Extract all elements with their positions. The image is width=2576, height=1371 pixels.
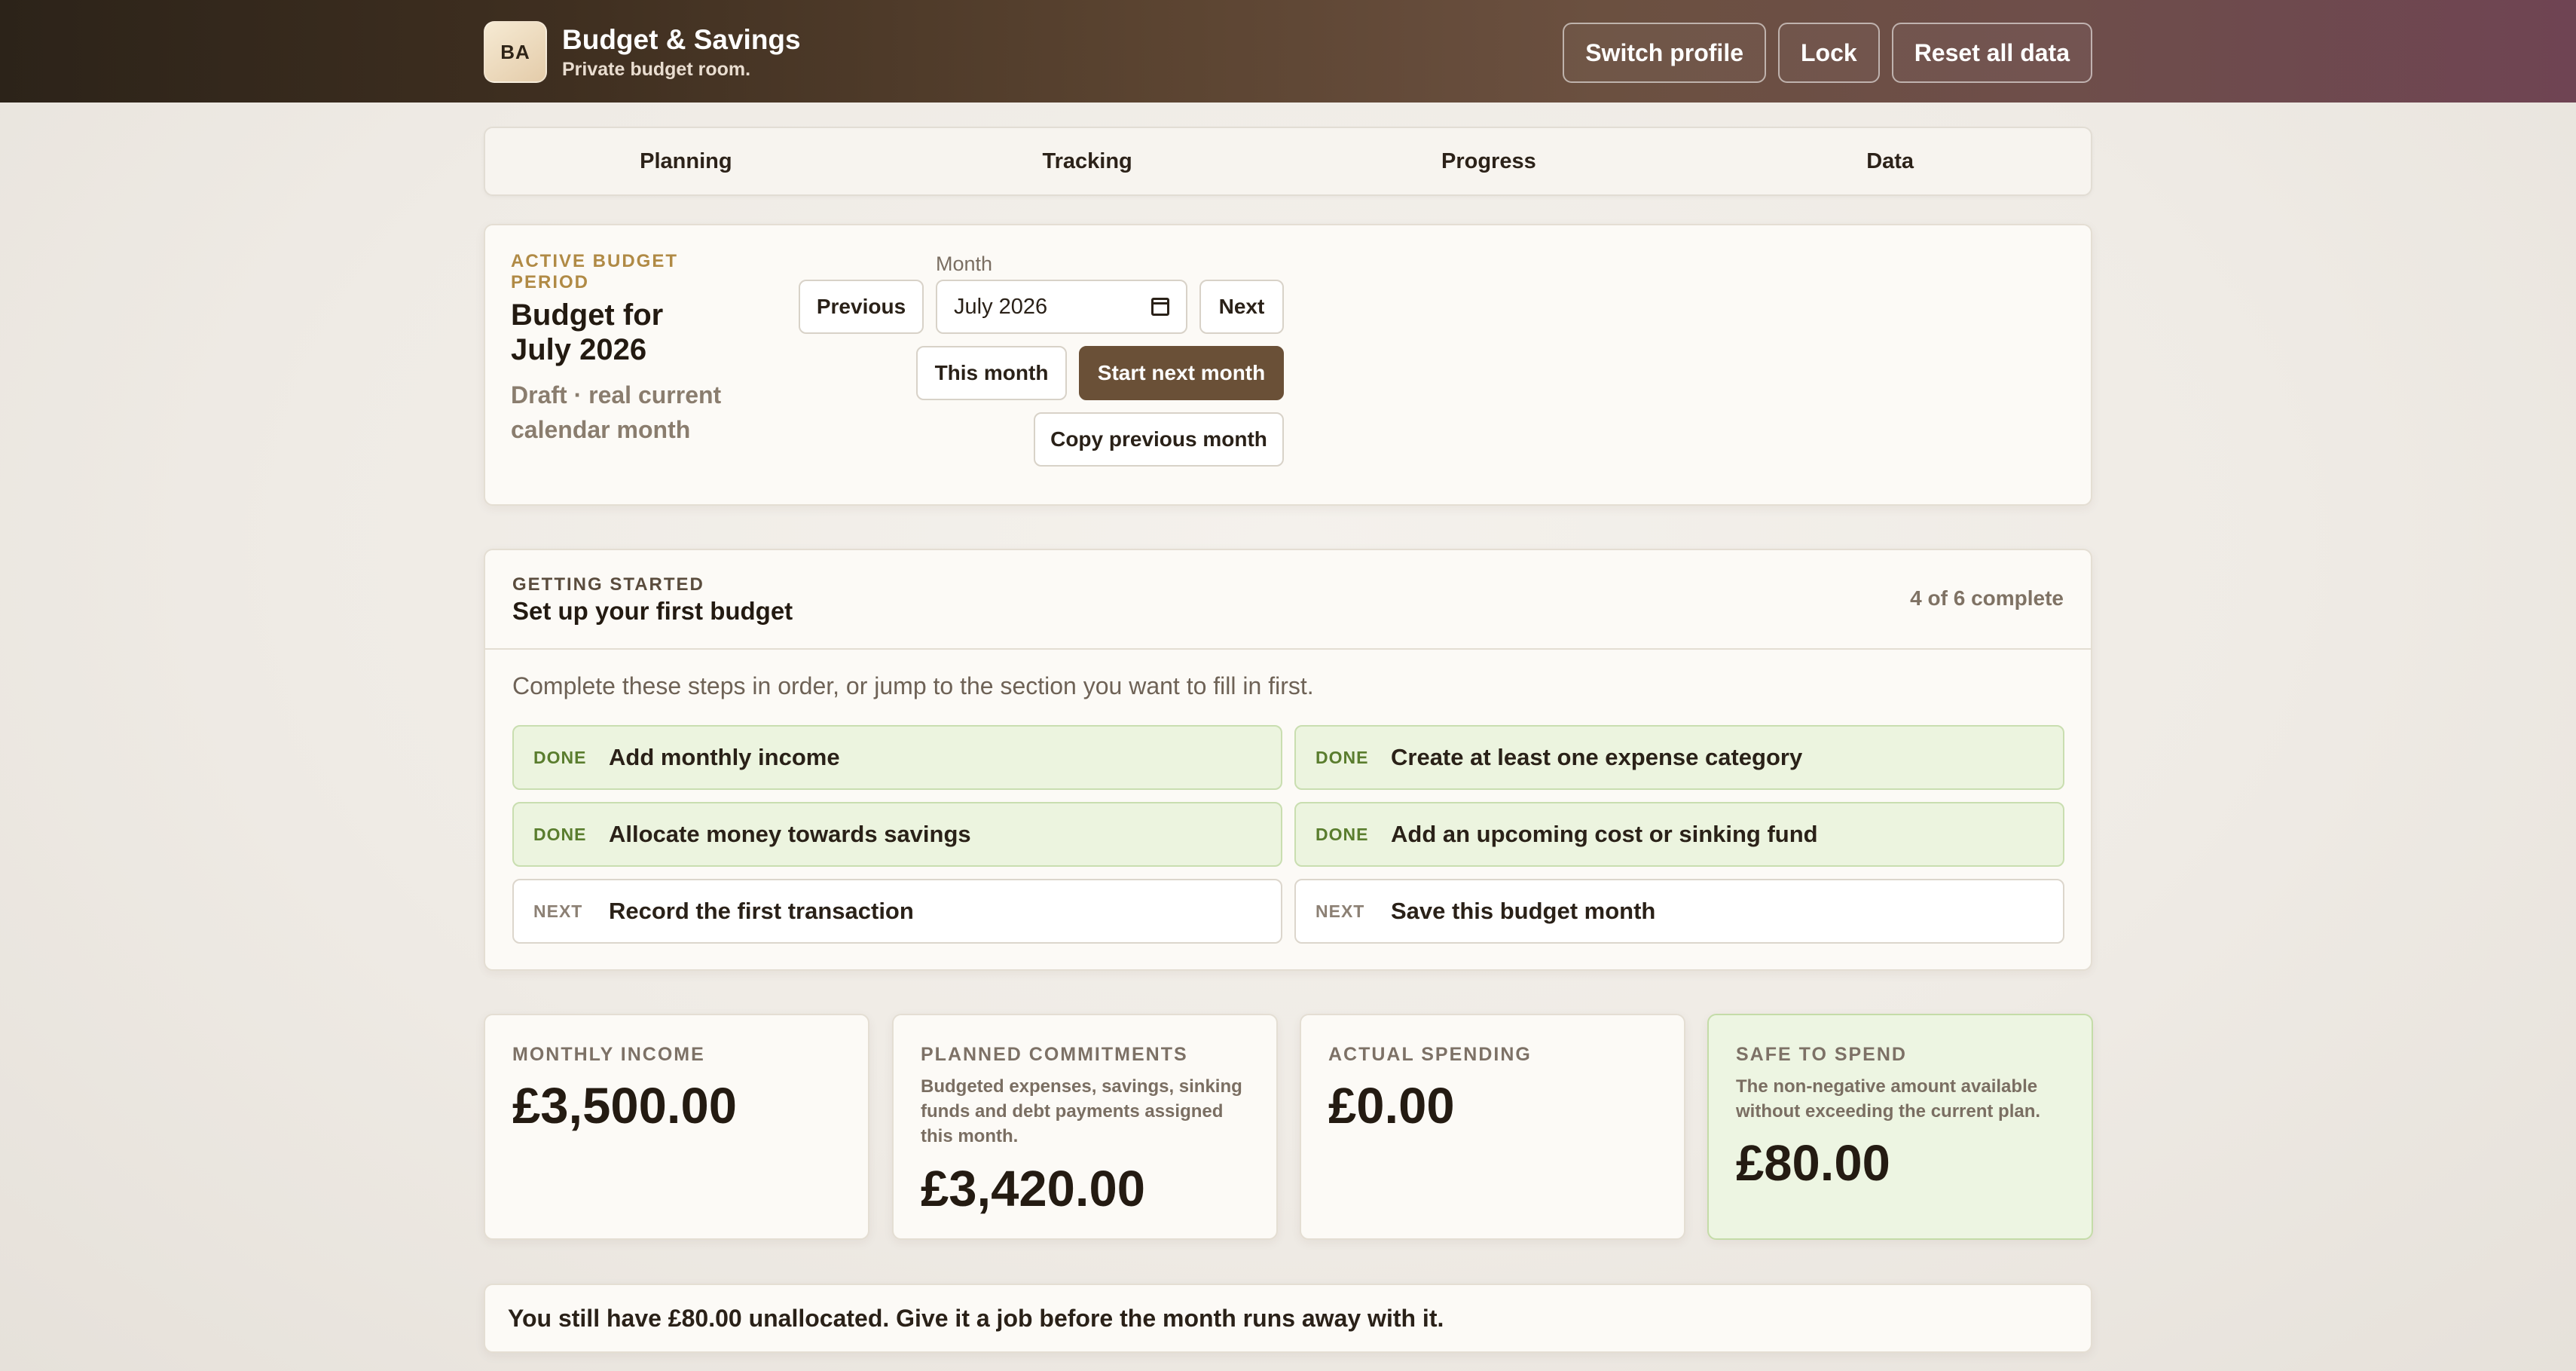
- brand: BA Budget & Savings Private budget room.: [484, 21, 801, 83]
- planned-commitments-value: £3,420.00: [921, 1161, 1146, 1217]
- step-label: Create at least one expense category: [1391, 744, 1803, 770]
- app-subtitle: Private budget room.: [562, 59, 751, 80]
- actual-spending-value: £0.00: [1328, 1078, 1455, 1134]
- getting-started-header: GETTING STARTED Set up your first budget…: [485, 550, 2091, 650]
- this-month-button[interactable]: This month: [916, 346, 1067, 400]
- calendar-icon[interactable]: [1151, 298, 1169, 316]
- stat-label: ACTUAL SPENDING: [1328, 1044, 1532, 1065]
- step-status-tag: DONE: [1316, 824, 1369, 844]
- switch-profile-button[interactable]: Switch profile: [1563, 23, 1766, 83]
- app-title: Budget & Savings: [562, 24, 801, 55]
- step-label: Add monthly income: [609, 744, 840, 770]
- reset-all-data-button[interactable]: Reset all data: [1891, 23, 2092, 83]
- getting-started-eyebrow: GETTING STARTED: [512, 574, 704, 595]
- actual-spending-card: ACTUAL SPENDING £0.00: [1300, 1014, 1685, 1240]
- safe-to-spend-value: £80.00: [1736, 1135, 1890, 1192]
- getting-started-progress: 4 of 6 complete: [1910, 586, 2064, 610]
- getting-started-title: Set up your first budget: [512, 597, 793, 625]
- month-picker-input[interactable]: July 2026: [936, 280, 1187, 334]
- step-status-tag: NEXT: [1316, 901, 1365, 921]
- step-label: Allocate money towards savings: [609, 821, 971, 847]
- period-status: Draft · real current calendar month: [511, 381, 722, 443]
- tab-data[interactable]: Data: [1689, 128, 2091, 194]
- getting-started-card: GETTING STARTED Set up your first budget…: [484, 549, 2092, 971]
- month-label: Month: [936, 252, 993, 275]
- step-create-expense-category[interactable]: DONE Create at least one expense categor…: [1294, 725, 2064, 790]
- budget-period-card: ACTIVE BUDGET PERIOD Budget for July 202…: [484, 224, 2092, 506]
- getting-started-description: Complete these steps in order, or jump t…: [512, 672, 1314, 699]
- step-status-tag: DONE: [1316, 747, 1369, 767]
- next-month-button[interactable]: Next: [1199, 280, 1284, 334]
- stat-label: PLANNED COMMITMENTS: [921, 1044, 1188, 1065]
- period-title: Budget for July 2026: [511, 298, 664, 366]
- month-value: July 2026: [954, 294, 1048, 319]
- step-allocate-savings[interactable]: DONE Allocate money towards savings: [512, 802, 1282, 867]
- unallocated-banner: You still have £80.00 unallocated. Give …: [484, 1284, 2092, 1353]
- step-status-tag: DONE: [533, 824, 587, 844]
- step-label: Save this budget month: [1391, 898, 1656, 924]
- planned-commitments-card: PLANNED COMMITMENTS Budgeted expenses, s…: [892, 1014, 1278, 1240]
- monthly-income-card: MONTHLY INCOME £3,500.00: [484, 1014, 869, 1240]
- step-label: Add an upcoming cost or sinking fund: [1391, 821, 1818, 847]
- copy-previous-month-button[interactable]: Copy previous month: [1034, 412, 1284, 467]
- tab-planning[interactable]: Planning: [485, 128, 887, 194]
- safe-to-spend-card: SAFE TO SPEND The non-negative amount av…: [1707, 1014, 2093, 1240]
- lock-button[interactable]: Lock: [1778, 23, 1880, 83]
- step-save-budget-month[interactable]: NEXT Save this budget month: [1294, 879, 2064, 944]
- period-eyebrow: ACTIVE BUDGET PERIOD: [511, 251, 679, 292]
- stat-label: SAFE TO SPEND: [1736, 1044, 1907, 1065]
- header-actions: Switch profile Lock Reset all data: [1563, 23, 2092, 83]
- step-status-tag: NEXT: [533, 901, 583, 921]
- step-add-monthly-income[interactable]: DONE Add monthly income: [512, 725, 1282, 790]
- step-add-sinking-fund[interactable]: DONE Add an upcoming cost or sinking fun…: [1294, 802, 2064, 867]
- tab-tracking[interactable]: Tracking: [887, 128, 1288, 194]
- monthly-income-value: £3,500.00: [512, 1078, 738, 1134]
- step-record-first-transaction[interactable]: NEXT Record the first transaction: [512, 879, 1282, 944]
- stat-label: MONTHLY INCOME: [512, 1044, 705, 1065]
- stat-note: Budgeted expenses, savings, sinking fund…: [921, 1076, 1242, 1146]
- tab-progress[interactable]: Progress: [1288, 128, 1690, 194]
- step-status-tag: DONE: [533, 747, 587, 767]
- stat-note: The non-negative amount available withou…: [1736, 1076, 2041, 1122]
- step-label: Record the first transaction: [609, 898, 914, 924]
- brand-logo: BA: [484, 21, 547, 83]
- main-nav: Planning Tracking Progress Data: [484, 127, 2092, 196]
- unallocated-message: You still have £80.00 unallocated. Give …: [508, 1305, 1444, 1332]
- start-next-month-button[interactable]: Start next month: [1079, 346, 1284, 400]
- app-header: BA Budget & Savings Private budget room.…: [0, 0, 2576, 103]
- previous-month-button[interactable]: Previous: [799, 280, 924, 334]
